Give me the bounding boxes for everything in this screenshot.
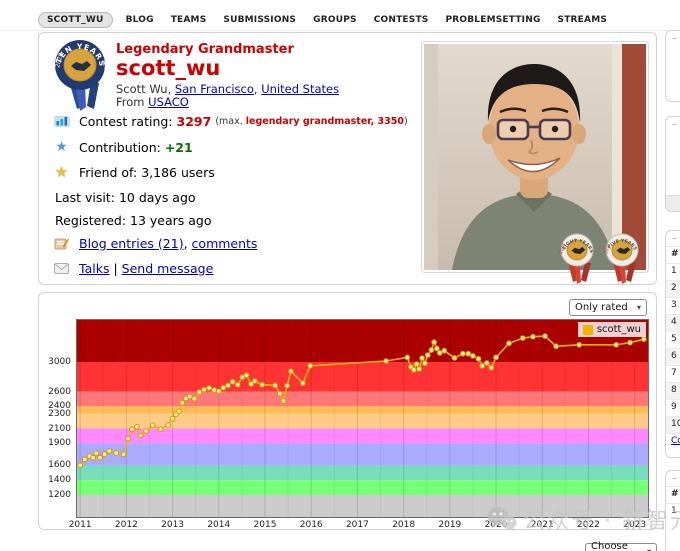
nav-divider (0, 30, 680, 31)
top-nav: SCOTT_WU BLOG TEAMS SUBMISSIONS GROUPS C… (38, 9, 668, 30)
x-tick-label: 2023 (623, 520, 647, 530)
city-link[interactable]: San Francisco (175, 82, 254, 96)
chart-legend: scott_wu (577, 322, 646, 337)
x-tick-label: 2013 (161, 520, 185, 530)
nav-item-streams[interactable]: STREAMS (554, 12, 612, 28)
profile-box: TEN YEARS 2020 2020 Legendary Grandmaste… (38, 32, 657, 285)
x-tick-label: 2022 (577, 520, 600, 530)
blog-row: Blog entries (21), comments (53, 235, 257, 251)
contribution-star-icon: ★ (55, 139, 68, 155)
sidebar-table-header: # (666, 246, 680, 263)
sidebar-table-row[interactable]: 2 (666, 280, 680, 297)
x-tick-label: 2014 (207, 520, 231, 530)
sidebar-box-footer (666, 195, 680, 211)
nav-item-teams[interactable]: TEAMS (167, 12, 211, 28)
x-tick-label: 2021 (530, 520, 554, 530)
x-tick-label: 2011 (68, 520, 92, 530)
y-tick-label: 2300 (48, 408, 71, 419)
friends-row: ★ Friend of: 3,186 users (54, 163, 215, 181)
real-name: Scott Wu, (116, 82, 172, 96)
blog-entries-link[interactable]: Blog entries (21) (79, 236, 184, 251)
sidebar-table-row[interactable]: 1 (666, 263, 680, 280)
sidebar-table-row[interactable]: 5 (666, 331, 680, 348)
last-visit-row: Last visit: 10 days ago (55, 189, 196, 205)
talks-link[interactable]: Talks (79, 261, 109, 276)
friend-star-icon: ★ (54, 163, 69, 181)
y-tick-label: 3000 (48, 357, 71, 367)
year-select[interactable]: Choose year ▾ (585, 541, 657, 551)
sidebar-table-row[interactable]: 3 (666, 297, 680, 314)
nav-item-blog[interactable]: BLOG (122, 12, 158, 28)
x-tick-label: 2017 (345, 520, 369, 530)
nav-item-profile[interactable]: SCOTT_WU (38, 11, 113, 28)
x-tick-label: 2018 (392, 520, 416, 530)
y-tick-label: 1200 (48, 490, 71, 501)
contest-rating-row: Contest rating: 3297 (max. legendary gra… (53, 113, 408, 129)
country-link[interactable]: United States (261, 82, 339, 96)
friends-count: 3,186 users (141, 164, 215, 180)
send-message-link[interactable]: Send message (122, 261, 214, 276)
top-contributors-rows: #1 (666, 486, 680, 520)
user-rank: Legendary Grandmaster (116, 42, 294, 57)
y-tick-label: 2100 (48, 423, 71, 434)
organization-link[interactable]: USACO (148, 95, 189, 109)
five-years-badge-icon: FIVE YEARS 2015 (603, 233, 639, 284)
sidebar-table-header: # (666, 486, 680, 503)
x-tick-label: 2019 (438, 520, 462, 530)
max-rating: legendary grandmaster, 3350 (245, 115, 404, 127)
x-tick-label: 2016 (299, 520, 323, 530)
y-tick-label: 1600 (48, 460, 71, 471)
legend-swatch (582, 324, 593, 335)
rated-filter-select[interactable]: Only rated ▾ (569, 299, 647, 316)
sidebar-box-contests: – (665, 116, 680, 212)
nav-item-problemsetting[interactable]: PROBLEMSETTING (441, 12, 544, 28)
sidebar-table-row[interactable]: 1 (666, 503, 680, 520)
chart-y-axis-labels: 3000 2600 2400 2300 2100 1900 1600 1400 1200 (39, 319, 73, 518)
envelope-icon (53, 261, 70, 276)
rating-chart-panel: Only rated ▾ 3000 2600 2400 2300 2100 1900 160… (38, 292, 657, 530)
eight-years-badge-icon: EIGHT YEARS 2018 (558, 233, 594, 284)
rating-icon (53, 114, 70, 129)
countries-link[interactable]: Countries (671, 436, 680, 446)
nav-item-contests[interactable]: CONTESTS (370, 12, 433, 28)
sidebar-table-row[interactable]: 10 (666, 416, 680, 433)
blog-icon (53, 236, 70, 251)
nav-item-submissions[interactable]: SUBMISSIONS (219, 12, 300, 28)
organization-line: From USACO (116, 95, 189, 109)
comments-link[interactable]: comments (192, 236, 258, 251)
registered-row: Registered: 13 years ago (55, 212, 212, 228)
rating-value: 3297 (176, 113, 212, 129)
nav-item-groups[interactable]: GROUPS (309, 12, 361, 28)
x-tick-label: 2015 (253, 520, 277, 530)
y-tick-label: 1400 (48, 475, 71, 486)
sidebar-table-row[interactable]: 4 (666, 314, 680, 331)
user-handle: scott_wu (116, 56, 221, 80)
chart-x-axis-labels: 2011 2012 2013 2014 2015 2016 2017 2018 2019 2020… (69, 520, 649, 532)
sidebar-table-row[interactable]: 9 (666, 399, 680, 416)
chevron-down-icon: ▾ (636, 303, 641, 312)
talks-row: Talks | Send message (53, 260, 213, 276)
top-rated-rows: #12345678910 (666, 246, 680, 433)
contribution-value: +21 (164, 139, 193, 155)
x-tick-label: 2020 (484, 520, 508, 530)
sidebar-table-row[interactable]: 8 (666, 382, 680, 399)
user-name-line: Scott Wu, San Francisco, United States (116, 82, 340, 96)
sidebar-table-row[interactable]: 6 (666, 348, 680, 365)
sidebar-box-pay-attention: – (665, 30, 680, 102)
ten-years-badge-icon: TEN YEARS 2020 2020 (54, 40, 112, 111)
sidebar-table-row[interactable]: 7 (666, 365, 680, 382)
sidebar-box-top-contributors: – #1 (665, 470, 680, 551)
chevron-down-icon: ▾ (647, 547, 651, 551)
sidebar-box-top-rated: – #12345678910 Countries (665, 230, 680, 458)
rating-chart-plot[interactable]: scott_wu (76, 319, 649, 518)
contribution-row: ★ Contribution: +21 (53, 139, 193, 155)
y-tick-label: 2600 (48, 386, 71, 397)
x-tick-label: 2012 (114, 520, 138, 530)
legend-label: scott_wu (596, 324, 641, 335)
y-tick-label: 1900 (48, 438, 71, 449)
